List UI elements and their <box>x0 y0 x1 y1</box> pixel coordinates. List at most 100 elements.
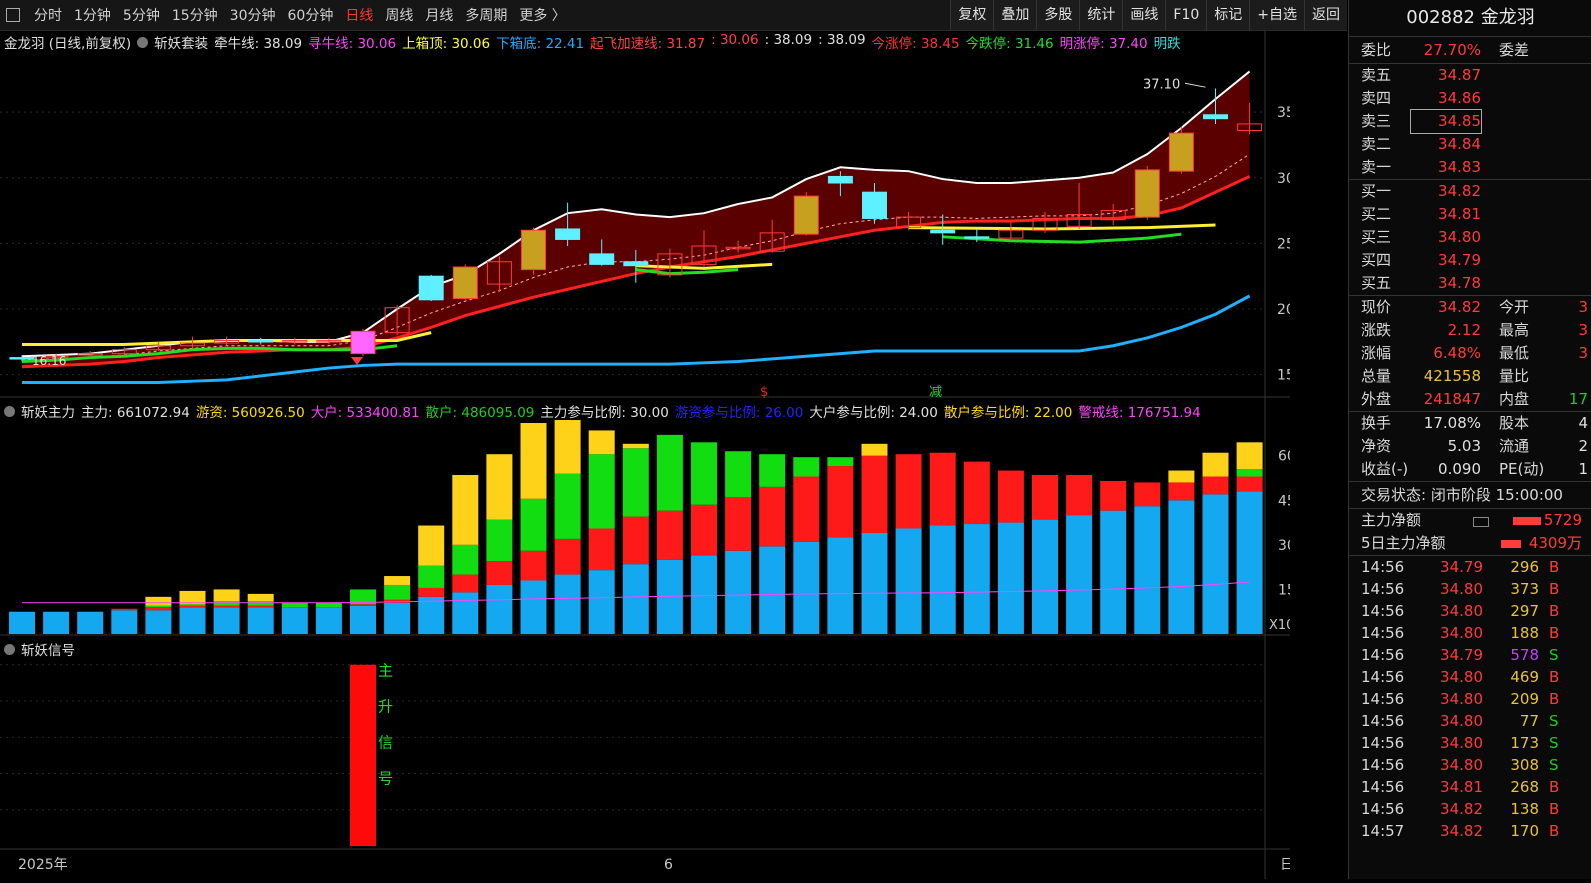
volume-bar-segment <box>1168 500 1195 634</box>
period-tab[interactable]: 60分钟 <box>282 5 340 25</box>
book-price: 34.84 <box>1438 135 1481 153</box>
volume-bar-segment <box>1100 510 1127 634</box>
toolbar-button[interactable]: 返回 <box>1304 0 1347 30</box>
volume-bar-segment <box>691 555 717 634</box>
book-row[interactable]: 卖二 34.84 <box>1349 133 1591 156</box>
vol-indicator-settings-icon[interactable] <box>4 405 15 417</box>
stock-label: 金龙羽 (日线,前复权) <box>4 36 132 52</box>
vol-indicator-name: 斩妖主力 <box>21 405 75 421</box>
legend-item: 今跌停: 31.46 <box>965 36 1054 52</box>
signal-indicator-settings-icon[interactable] <box>4 643 15 655</box>
period-tab[interactable]: 多周期 <box>459 5 513 25</box>
price-tick-label: 30.00 <box>1277 171 1290 187</box>
candle-body <box>418 275 444 301</box>
volume-bar-segment <box>1236 469 1263 477</box>
book-row[interactable]: 卖五 34.87 <box>1349 64 1591 87</box>
volume-bar-segment <box>9 611 35 634</box>
book-row[interactable]: 买一 34.82 <box>1349 180 1591 203</box>
panel-toggle-icon[interactable] <box>6 8 20 22</box>
main-net-value: 5729万 <box>1543 511 1582 552</box>
tick-volume: 297 <box>1510 602 1539 620</box>
toolbar-button[interactable]: 标记 <box>1206 0 1250 30</box>
period-tab[interactable]: 更多 〉 <box>513 5 571 25</box>
volume-bar-segment <box>1236 476 1263 492</box>
weibi-value: 27.70% <box>1423 41 1481 59</box>
tick-price: 34.81 <box>1440 778 1483 796</box>
legend-item: 警戒线: 176751.94 <box>1078 405 1201 421</box>
toolbar-button[interactable]: 叠加 <box>993 0 1037 30</box>
volume-bar-segment <box>554 473 581 539</box>
main-rise-signal-bar <box>350 664 376 846</box>
period-tab[interactable]: 分时 <box>28 5 68 25</box>
period-tab[interactable]: 30分钟 <box>224 5 282 25</box>
book-row[interactable]: 卖四 34.86 <box>1349 87 1591 110</box>
toolbar-button[interactable]: F10 <box>1165 0 1207 30</box>
volume-bar-segment <box>691 442 717 505</box>
period-tab[interactable]: 月线 <box>419 5 459 25</box>
toolbar-button[interactable]: 画线 <box>1122 0 1166 30</box>
volume-bar-segment <box>827 466 854 538</box>
period-tab[interactable]: 5分钟 <box>117 5 166 25</box>
volume-bar-segment <box>588 454 615 529</box>
tick-price: 34.79 <box>1440 558 1483 576</box>
tick-side: B <box>1549 668 1560 686</box>
book-row[interactable]: 卖三 34.85 <box>1349 109 1591 134</box>
stat-value <box>1549 365 1591 388</box>
main-net5-row: 5日主力净额 4309万 <box>1349 532 1591 556</box>
volume-bar-segment <box>145 605 172 608</box>
volume-bar-segment <box>793 457 820 477</box>
stat-label: 现价 <box>1361 298 1392 316</box>
volume-bar-segment <box>179 590 206 605</box>
main-net5-bar <box>1501 540 1521 548</box>
indicator-settings-icon[interactable] <box>137 36 149 48</box>
legend-item: 寻牛线: 30.06 <box>308 36 397 52</box>
main-legend: 金龙羽 (日线,前复权) 斩妖套装 牵牛线: 38.09 寻牛线: 30.06 上箱… <box>4 32 1193 52</box>
volume-legend-items: 主力: 661072.94 游资: 560926.50 大户: 533400.81 散… <box>81 401 1207 421</box>
stat-value: 6.48% <box>1433 344 1481 362</box>
stat-value: 241847 <box>1423 390 1481 408</box>
period-tab[interactable]: 15分钟 <box>166 5 224 25</box>
tick-side: S <box>1549 712 1559 730</box>
quote-stats-2: 换手 17.08% 股本 4 净资 5.03 流通 2 收益(-) 0.090 PE(动) 1 <box>1349 412 1591 482</box>
tick-side: B <box>1549 624 1560 642</box>
list-icon[interactable] <box>1473 517 1489 527</box>
book-row[interactable]: 买二 34.81 <box>1349 203 1591 226</box>
stat-label: PE(动) <box>1499 460 1545 478</box>
toolbar-button[interactable]: 统计 <box>1079 0 1123 30</box>
book-row[interactable]: 卖一 34.83 <box>1349 156 1591 179</box>
stat-label: 涨跌 <box>1361 321 1392 339</box>
period-tab[interactable]: 周线 <box>379 5 419 25</box>
tick-list[interactable]: 14:56 34.79 296 B 14:56 34.80 373 B 14:56 34.80 29… <box>1349 556 1591 842</box>
toolbar-button[interactable]: 多股 <box>1036 0 1080 30</box>
legend-item: : 30.06 <box>711 32 759 48</box>
book-price: 34.78 <box>1438 274 1481 292</box>
volume-bar-segment <box>656 510 683 560</box>
volume-bar-segment <box>247 607 274 634</box>
main-net5-value: 4309万 <box>1528 534 1582 552</box>
book-row[interactable]: 买五 34.78 <box>1349 272 1591 295</box>
period-tab[interactable]: 1分钟 <box>68 5 117 25</box>
price-tick-label: 15.00 <box>1277 368 1290 384</box>
tick-row: 14:57 34.82 170 B <box>1349 820 1591 842</box>
book-row[interactable]: 买三 34.80 <box>1349 226 1591 249</box>
volume-bar-segment <box>1202 452 1229 477</box>
volume-bar-segment <box>588 570 615 634</box>
tick-price: 34.80 <box>1440 734 1483 752</box>
stat-label: 股本 <box>1499 414 1530 432</box>
book-row[interactable]: 买四 34.79 <box>1349 249 1591 272</box>
stat-label: 收益(-) <box>1361 460 1409 478</box>
volume-bar-segment <box>179 607 206 634</box>
toolbar-button[interactable]: +自选 <box>1249 0 1304 30</box>
kline-chart[interactable]: 35.00 30.00 25.00 20.00 15.00 37.10 16.16 $ 减 600… <box>0 31 1324 879</box>
period-tab[interactable]: 日线 <box>339 5 379 25</box>
book-price: 34.87 <box>1438 66 1481 84</box>
volume-bar-segment <box>418 565 445 588</box>
book-price: 34.79 <box>1438 251 1481 269</box>
toolbar-button[interactable]: 复权 <box>950 0 994 30</box>
tick-price: 34.80 <box>1440 602 1483 620</box>
stat-value: 34.82 <box>1438 298 1481 316</box>
legend-item: 主力参与比例: 30.00 <box>540 405 669 421</box>
tick-side: B <box>1549 778 1560 796</box>
stat-value: 2 <box>1578 437 1588 455</box>
volume-bar-segment <box>929 452 956 526</box>
